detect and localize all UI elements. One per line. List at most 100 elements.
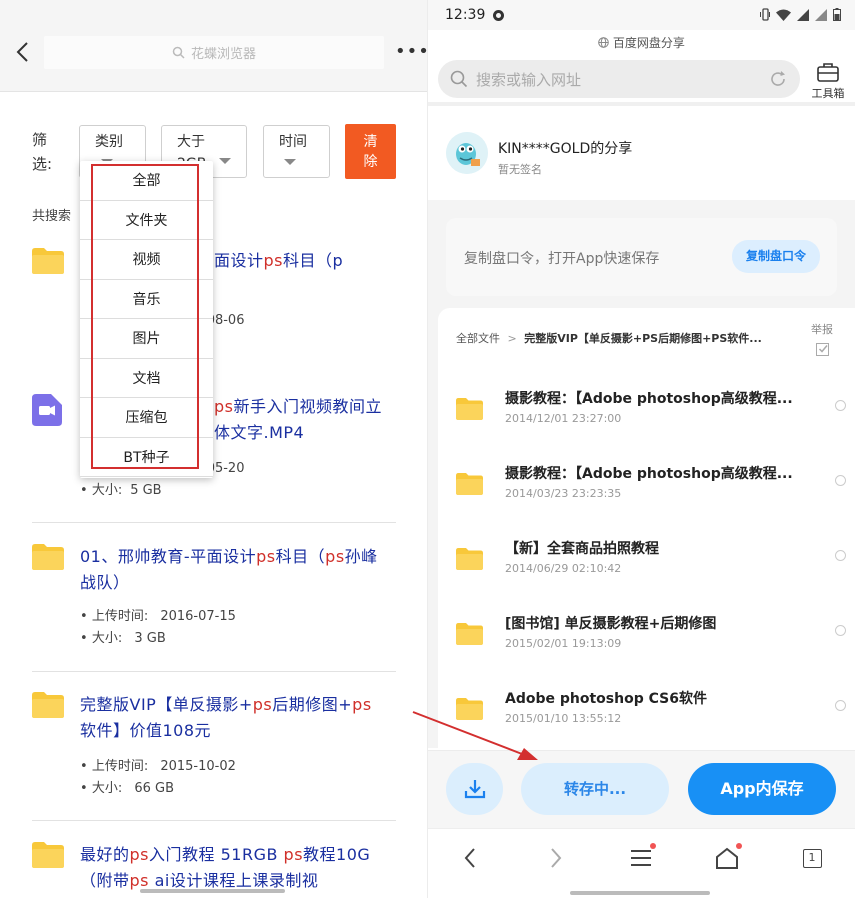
title-text: 科目（ (275, 547, 326, 566)
result-title[interactable]: 面设计ps科目（p (214, 248, 394, 274)
file-date: 2014/12/01 23:27:00 (505, 412, 622, 425)
back-arrow-icon[interactable] (14, 40, 32, 64)
transfer-button[interactable]: 转存中... (521, 763, 669, 815)
result-title[interactable]: ps新手入门视频教间立体文字.MP4 (214, 394, 394, 446)
upload-key: 上传时间: (91, 759, 149, 774)
title-text: 软件】价值108元 (80, 721, 212, 740)
dropdown-item-document[interactable]: 文档 (80, 359, 213, 398)
site-title: 百度网盘分享 (428, 34, 855, 51)
size-value: 3 GB (134, 631, 166, 646)
result-title[interactable]: 最好的ps入门教程 51RGB ps教程10G（附带ps ai设计课程上课录制视 (80, 842, 380, 894)
size-value: 66 GB (134, 781, 175, 796)
vibrate-icon (760, 8, 770, 21)
title-keyword-highlight: ps (263, 251, 284, 270)
more-menu-icon[interactable]: ••• (395, 42, 427, 62)
left-browser-panel: 花蝶浏览器 ••• 筛选: 类别 大于 2GB 时间 清除 共搜索 面设计ps科… (0, 0, 427, 898)
wifi-icon (776, 9, 791, 21)
clear-filter-button[interactable]: 清除 (345, 124, 396, 179)
dropdown-item-bt[interactable]: BT种子 (80, 438, 213, 477)
category-filter-label: 类别 (95, 134, 123, 150)
search-input[interactable]: 搜索或输入网址 (438, 60, 800, 98)
app-save-button[interactable]: App内保存 (688, 763, 836, 815)
dropdown-item-image[interactable]: 图片 (80, 319, 213, 359)
status-bar: 12:39 (428, 0, 855, 30)
right-browser-panel: 12:39 百度网盘分享 搜索或输入网址 工具箱 KIN****GOLD的分享 … (428, 0, 855, 898)
breadcrumb: 全部文件 > 完整版VIP【单反摄影+PS后期修图+PS软件... (456, 330, 762, 346)
title-text: ai设计课程上课录制视 (149, 871, 319, 890)
browser-topbar: 花蝶浏览器 ••• (0, 0, 427, 92)
file-select-radio[interactable] (835, 550, 846, 561)
signal-icon (815, 8, 827, 21)
menu-icon (631, 850, 651, 866)
file-select-radio[interactable] (835, 400, 846, 411)
dropdown-item-all[interactable]: 全部 (80, 161, 213, 201)
title-text: 科目（p (283, 251, 344, 270)
file-row[interactable]: Adobe photoshop CS6软件 2015/01/10 13:55:1… (456, 684, 851, 744)
nav-tabs-button[interactable]: 1 (797, 843, 827, 873)
folder-icon (456, 548, 483, 570)
title-keyword-highlight: ps (283, 845, 304, 864)
title-keyword-highlight: s (335, 547, 345, 566)
search-icon (172, 46, 185, 59)
result-title[interactable]: 01、邢帅教育-平面设计ps科目（ps孙峰战队） (80, 544, 380, 596)
result-title[interactable]: 完整版VIP【单反摄影+ps后期修图+ps软件】价值108元 (80, 692, 380, 744)
size-key: 大小: (91, 781, 123, 796)
screenshot-root: 花蝶浏览器 ••• 筛选: 类别 大于 2GB 时间 清除 共搜索 面设计ps科… (0, 0, 855, 898)
back-arrow-icon (464, 848, 475, 868)
upload-value: 2016-07-15 (160, 609, 236, 624)
download-button[interactable] (446, 763, 503, 815)
dropdown-item-music[interactable]: 音乐 (80, 280, 213, 319)
search-icon (450, 70, 468, 88)
title-keyword-highlight: ps (129, 845, 150, 864)
result-item[interactable]: 01、邢帅教育-平面设计ps科目（ps孙峰战队） • 上传时间: 2016-07… (32, 544, 396, 654)
breadcrumb-root[interactable]: 全部文件 (456, 332, 500, 345)
upload-value: 2015-10-02 (160, 759, 236, 774)
size-key: 大小: (91, 631, 123, 646)
title-text: 后期修图+ (272, 695, 353, 714)
report-label: 举报 (811, 323, 833, 336)
url-bar[interactable]: 花蝶浏览器 (44, 36, 384, 69)
home-icon (716, 847, 738, 869)
file-select-radio[interactable] (835, 475, 846, 486)
status-time: 12:39 (445, 7, 486, 23)
action-bar: 转存中... App内保存 (428, 750, 855, 828)
file-row[interactable]: [图书馆] 单反摄影教程+后期修图 2015/02/01 19:13:09 (456, 609, 851, 669)
folder-icon (32, 248, 64, 274)
title-text: 面设计 (214, 251, 264, 270)
url-placeholder: 花蝶浏览器 (190, 47, 256, 62)
file-name: 摄影教程：【Adobe photoshop高级教程... (505, 391, 793, 407)
nav-forward-button[interactable] (541, 843, 571, 873)
file-name: Adobe photoshop CS6软件 (505, 691, 707, 707)
file-select-radio[interactable] (835, 700, 846, 711)
nav-back-button[interactable] (455, 843, 485, 873)
battery-icon (833, 8, 841, 21)
forward-arrow-icon (551, 848, 562, 868)
dropdown-item-video[interactable]: 视频 (80, 240, 213, 280)
file-row[interactable]: 摄影教程：【Adobe photoshop高级教程... 2014/03/23 … (456, 459, 851, 519)
signal-icon (797, 8, 809, 21)
toolbox-button[interactable]: 工具箱 (806, 62, 850, 101)
chevron-down-icon (284, 159, 296, 165)
file-row[interactable]: 摄影教程：【Adobe photoshop高级教程... 2014/12/01 … (456, 384, 851, 444)
result-item[interactable]: 完整版VIP【单反摄影+ps后期修图+ps软件】价值108元 • 上传时间: 2… (32, 692, 396, 802)
dropdown-item-archive[interactable]: 压缩包 (80, 398, 213, 438)
toolbox-label: 工具箱 (811, 87, 845, 100)
file-row[interactable]: 【新】全套商品拍照教程 2014/06/29 02:10:42 (456, 534, 851, 594)
nav-menu-button[interactable] (626, 843, 656, 873)
report-button[interactable]: 举报 (811, 321, 833, 356)
dropdown-item-folder[interactable]: 文件夹 (80, 201, 213, 240)
divider (428, 102, 855, 106)
file-date: 2014/03/23 23:23:35 (505, 487, 622, 500)
refresh-icon[interactable] (768, 69, 788, 89)
file-select-radio[interactable] (835, 625, 846, 636)
avatar[interactable] (446, 132, 488, 174)
download-icon (464, 780, 485, 799)
file-list: 全部文件 > 完整版VIP【单反摄影+PS后期修图+PS软件... 举报 摄影教… (438, 308, 855, 748)
toolbox-icon (817, 63, 839, 82)
sharer-signature: 暂无签名 (498, 163, 542, 176)
nav-home-button[interactable] (712, 843, 742, 873)
result-size: • 大小: 66 GB (80, 781, 175, 796)
copy-code-button[interactable]: 复制盘口令 (732, 240, 820, 273)
divider (32, 820, 396, 821)
time-filter[interactable]: 时间 (263, 125, 330, 178)
